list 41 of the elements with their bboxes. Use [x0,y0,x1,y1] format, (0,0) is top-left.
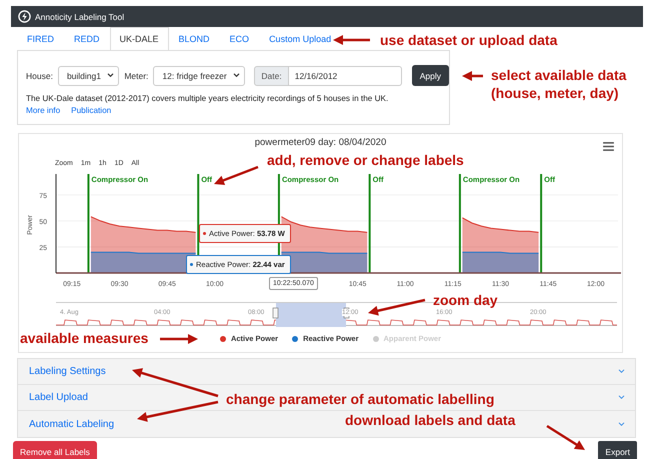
dataset-tab[interactable]: REDD [64,27,110,50]
date-label: Date: [254,66,289,86]
arrow [160,334,198,344]
annotation-text: available measures [20,329,148,348]
annotation-text: change parameter of automatic labelling [226,390,494,408]
house-label: House: [26,70,53,80]
arrow [368,298,426,316]
dataset-tab[interactable]: BLOND [168,27,220,50]
house-select[interactable]: building1 [58,66,120,86]
menu-icon[interactable] [603,142,614,151]
dataset-tab[interactable]: UK-DALE [110,27,169,50]
meter-select[interactable]: 12: fridge freezer [153,66,246,86]
chart-title: powermeter09 day: 08/04/2020 [254,136,386,150]
date-field[interactable]: 12/16/2012 [288,66,402,86]
app-title: Annoticity Labeling Tool [35,12,124,22]
chevron-icon [618,369,625,374]
annotation-text: select available data (house, meter, day) [491,66,628,102]
info-link[interactable]: More info [26,106,60,115]
meter-label: Meter: [124,70,148,80]
dataset-tab[interactable]: FIRED [17,27,64,50]
dataset-description: The UK-Dale dataset (2012-2017) covers multiple years electricity recordings of 5 houses in the UK. [26,94,390,103]
arrow [333,35,370,45]
chevron-icon [107,73,114,78]
annotation-text: add, remove or change labels [267,151,464,170]
info-link[interactable]: Publication [71,106,112,115]
apply-button[interactable]: Apply [412,65,449,86]
chevron-icon [233,73,240,78]
annotation-text: download labels and data [345,411,516,430]
dataset-tab[interactable]: Custom Upload [259,27,342,50]
remove-labels-button[interactable]: Remove all Labels [13,441,97,459]
arrow [214,166,258,186]
arrow [546,424,585,450]
dataset-tab[interactable]: ECO [220,27,260,50]
export-button[interactable]: Export [598,441,637,459]
lightning-logo-icon [18,10,31,23]
arrow [462,71,483,81]
accordion-header[interactable]: Labeling Settings [18,359,635,385]
annotation-text: use dataset or upload data [380,31,558,50]
annotation-text: zoom day [433,291,498,310]
chevron-icon [618,395,625,400]
chevron-icon [618,422,625,426]
